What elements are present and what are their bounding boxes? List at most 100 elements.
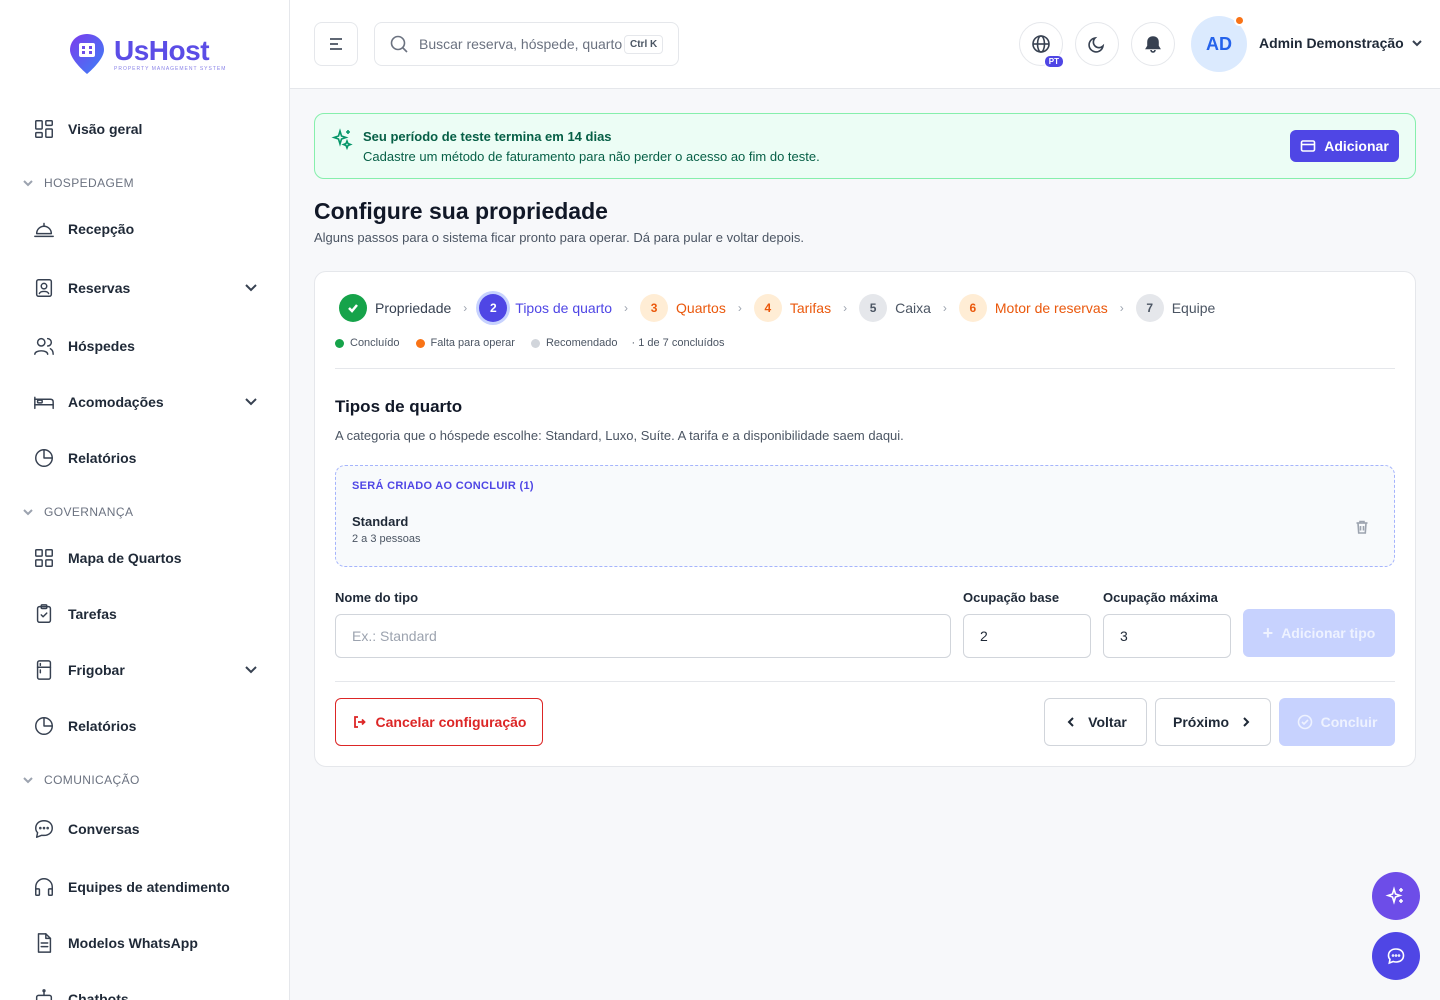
sidebar-item-frigobar[interactable]: Frigobar — [32, 654, 262, 686]
setup-wizard-card: Propriedade › 2 Tipos de quarto › 3 Quar… — [314, 271, 1416, 767]
language-badge: PT — [1043, 55, 1064, 68]
globe-icon — [1032, 35, 1050, 53]
step-label: Propriedade — [375, 300, 452, 316]
bell-desk-icon — [32, 217, 56, 241]
plus-icon: + — [1262, 623, 1274, 643]
step-motor-de-reservas[interactable]: 6 Motor de reservas — [958, 294, 1108, 322]
step-propriedade[interactable]: Propriedade — [339, 294, 451, 322]
page-title: Configure sua propriedade — [314, 198, 608, 224]
sidebar-item-relatorios-hospedagem[interactable]: Relatórios — [32, 442, 262, 474]
step-label: Tipos de quarto — [515, 300, 613, 316]
sidebar-item-relatorios-governanca[interactable]: Relatórios — [32, 710, 262, 742]
credit-card-icon — [1300, 140, 1316, 152]
theme-toggle-button[interactable] — [1075, 22, 1119, 66]
chevron-down-icon — [23, 777, 33, 784]
chevron-down-icon[interactable] — [242, 660, 262, 680]
step-label: Caixa — [895, 300, 931, 316]
chevron-right-icon: › — [843, 301, 848, 315]
chevron-right-icon: › — [942, 301, 947, 315]
stepper-legend: Concluído Falta para operar Recomendado … — [335, 337, 724, 349]
step-number: 2 — [479, 294, 508, 322]
sidebar-item-chatbots[interactable]: Chatbots — [32, 983, 262, 1000]
dashboard-grid-icon — [32, 117, 56, 141]
sidebar-item-reservas[interactable]: Reservas — [32, 272, 262, 304]
sidebar-item-acomodacoes[interactable]: Acomodações — [32, 386, 262, 418]
search-icon — [390, 35, 408, 53]
chat-support-button[interactable] — [1372, 932, 1420, 980]
banner-text: Cadastre um método de faturamento para n… — [363, 149, 820, 164]
step-number: 7 — [1135, 294, 1164, 322]
sidebar-item-modelos-whatsapp[interactable]: Modelos WhatsApp — [32, 927, 262, 959]
base-occupancy-input[interactable] — [963, 614, 1091, 658]
banner-title: Seu período de teste termina em 14 dias — [363, 129, 612, 144]
step-tarifas[interactable]: 4 Tarifas — [753, 294, 831, 322]
back-label: Voltar — [1088, 714, 1127, 730]
search-input[interactable] — [419, 36, 624, 52]
sidebar-item-hospedes[interactable]: Hóspedes — [32, 330, 262, 362]
chevron-left-icon — [1067, 717, 1074, 727]
sidebar-item-overview[interactable]: Visão geral — [32, 113, 262, 145]
sidebar-item-label: Visão geral — [68, 121, 143, 137]
user-menu[interactable]: Admin Demonstração — [1259, 35, 1424, 51]
section-header-comunicacao[interactable]: COMUNICAÇÃO — [22, 773, 140, 787]
add-billing-button[interactable]: Adicionar — [1290, 130, 1399, 162]
pie-chart-icon — [32, 446, 56, 470]
back-button[interactable]: Voltar — [1044, 698, 1147, 746]
step-quartos[interactable]: 3 Quartos — [640, 294, 726, 322]
sidebar-item-label: Frigobar — [68, 662, 125, 678]
bed-icon — [32, 390, 56, 414]
menu-toggle-button[interactable] — [314, 22, 358, 66]
base-occupancy-label: Ocupação base — [963, 590, 1060, 605]
chevron-right-icon: › — [624, 301, 629, 315]
wizard-stepper: Propriedade › 2 Tipos de quarto › 3 Quar… — [339, 294, 1215, 322]
logo-pin-icon — [70, 34, 104, 74]
legend-dot — [335, 338, 344, 348]
cancel-setup-label: Cancelar configuração — [375, 714, 527, 730]
chevron-down-icon[interactable] — [242, 392, 262, 412]
max-occupancy-input[interactable] — [1103, 614, 1231, 658]
search-box[interactable]: Ctrl K — [374, 22, 679, 66]
sidebar-item-mapa-quartos[interactable]: Mapa de Quartos — [32, 542, 262, 574]
step-tipos-de-quarto[interactable]: 2 Tipos de quarto — [479, 294, 612, 322]
fridge-icon — [32, 658, 56, 682]
check-circle-icon — [1297, 714, 1312, 730]
section-header-hospedagem[interactable]: HOSPEDAGEM — [22, 176, 134, 190]
notifications-button[interactable] — [1131, 22, 1175, 66]
legend-done: Concluído — [335, 337, 400, 349]
sidebar-item-label: Recepção — [68, 221, 135, 237]
brand-logo[interactable]: UsHost PROPERTY MANAGEMENT SYSTEM — [68, 32, 226, 76]
step-number: 4 — [753, 294, 782, 322]
menu-icon — [330, 38, 342, 50]
trash-icon[interactable] — [1354, 519, 1372, 537]
sidebar-item-label: Relatórios — [68, 450, 137, 466]
sidebar-item-label: Conversas — [68, 821, 140, 837]
add-type-button[interactable]: + Adicionar tipo — [1243, 609, 1395, 657]
step-label: Quartos — [676, 300, 726, 316]
add-type-label: Adicionar tipo — [1281, 625, 1376, 641]
progress-count: · 1 de 7 concluídos — [631, 337, 725, 349]
section-header-governanca[interactable]: GOVERNANÇA — [22, 505, 133, 519]
step-equipe[interactable]: 7 Equipe — [1135, 294, 1215, 322]
topbar: Ctrl K PT AD Admin Demonstração — [290, 0, 1440, 89]
ai-assistant-button[interactable] — [1372, 872, 1420, 920]
avatar[interactable]: AD — [1191, 15, 1247, 72]
pending-item-name: Standard — [352, 514, 409, 529]
sidebar-item-recepcao[interactable]: Recepção — [32, 213, 262, 245]
type-name-input[interactable] — [335, 614, 951, 658]
pie-chart-icon — [32, 714, 56, 738]
sidebar-item-label: Modelos WhatsApp — [68, 935, 198, 951]
sidebar-item-conversas[interactable]: Conversas — [32, 813, 262, 845]
finish-button[interactable]: Concluir — [1279, 698, 1395, 746]
sidebar-item-tarefas[interactable]: Tarefas — [32, 598, 262, 630]
next-button[interactable]: Próximo — [1155, 698, 1271, 746]
sidebar-item-equipes-atendimento[interactable]: Equipes de atendimento — [32, 871, 262, 903]
language-button[interactable]: PT — [1019, 22, 1064, 68]
step-number: 5 — [859, 294, 888, 322]
users-icon — [32, 334, 56, 358]
section-title: GOVERNANÇA — [44, 505, 134, 519]
max-occupancy-label: Ocupação máxima — [1103, 590, 1218, 605]
chevron-down-icon[interactable] — [242, 278, 262, 298]
legend-label: Concluído — [350, 337, 400, 349]
cancel-setup-button[interactable]: Cancelar configuração — [335, 698, 543, 746]
step-caixa[interactable]: 5 Caixa — [859, 294, 931, 322]
